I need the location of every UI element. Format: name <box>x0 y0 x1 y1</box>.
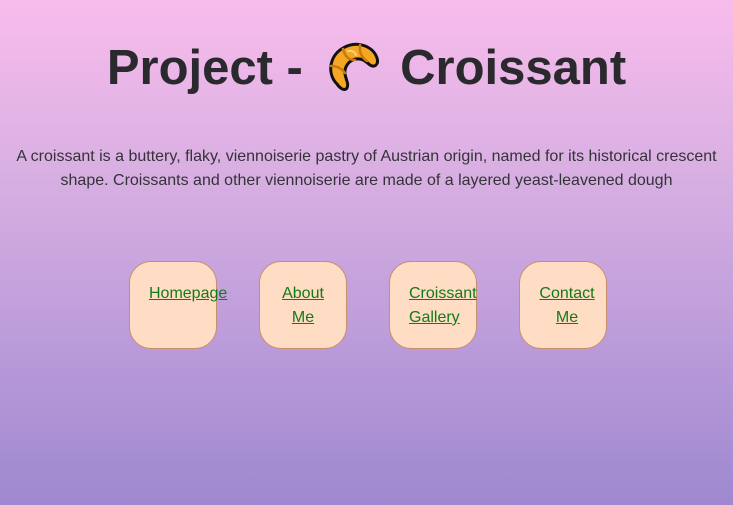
nav-link-contact-line2: Me <box>555 309 579 326</box>
nav-link-about-line2: Me <box>291 309 315 326</box>
intro-description: A croissant is a buttery, flaky, viennoi… <box>16 148 717 189</box>
nav-menu: Homepage About Me Croissant Gallery Cont… <box>0 261 733 351</box>
nav-link-homepage[interactable]: Homepage <box>149 282 229 306</box>
nav-link-homepage-label: Homepage <box>149 285 228 302</box>
title-prefix: Project - <box>106 41 303 95</box>
croissant-icon <box>328 42 379 91</box>
nav-link-about-line1: About <box>282 285 324 302</box>
nav-link-croissant-gallery[interactable]: Croissant Gallery <box>409 282 481 330</box>
nav-link-gallery-line1: Croissant <box>409 285 477 302</box>
nav-link-about-me[interactable]: About Me <box>259 282 347 330</box>
page-title: Project - Croissant <box>0 38 733 98</box>
title-suffix: Croissant <box>400 41 627 95</box>
nav-link-gallery-line2: Gallery <box>409 309 460 326</box>
nav-link-contact-me[interactable]: Contact Me <box>523 282 611 330</box>
nav-link-contact-line1: Contact <box>539 285 595 302</box>
